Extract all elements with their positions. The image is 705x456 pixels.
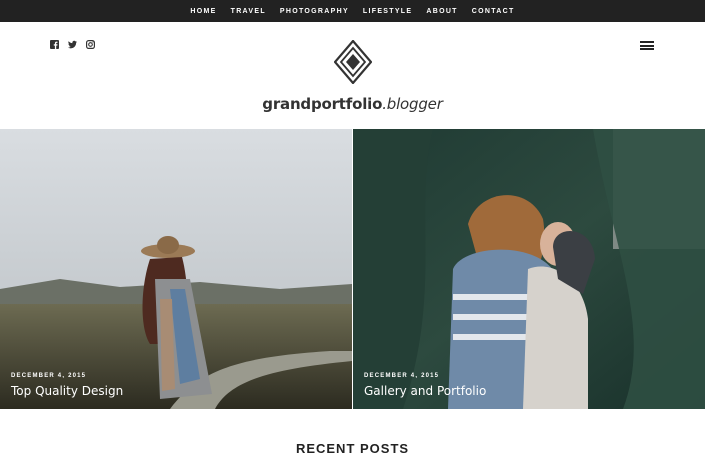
- nav-home[interactable]: HOME: [183, 8, 223, 15]
- featured-caption-1: DECEMBER 4, 2015 Top Quality Design: [11, 373, 123, 398]
- featured-caption-2: DECEMBER 4, 2015 Gallery and Portfolio: [364, 373, 486, 398]
- brand-main: grandportfolio: [262, 95, 383, 113]
- top-navigation: HOME TRAVEL PHOTOGRAPHY LIFESTYLE ABOUT …: [0, 0, 705, 22]
- nav-lifestyle[interactable]: LIFESTYLE: [356, 8, 419, 15]
- post-title[interactable]: Top Quality Design: [11, 384, 123, 398]
- nav-photography[interactable]: PHOTOGRAPHY: [273, 8, 356, 15]
- brand-italic: .blogger: [382, 95, 443, 113]
- featured-card-2[interactable]: DECEMBER 4, 2015 Gallery and Portfolio: [353, 129, 705, 409]
- twitter-icon[interactable]: [68, 40, 77, 49]
- social-links: [50, 40, 95, 49]
- logo-diamond-icon[interactable]: [333, 39, 373, 85]
- recent-posts-heading: RECENT POSTS: [295, 441, 410, 456]
- facebook-icon[interactable]: [50, 40, 59, 49]
- featured-card-1[interactable]: DECEMBER 4, 2015 Top Quality Design: [0, 129, 352, 409]
- nav-contact[interactable]: CONTACT: [465, 8, 522, 15]
- featured-image-1: [0, 129, 352, 409]
- post-title[interactable]: Gallery and Portfolio: [364, 384, 486, 398]
- hamburger-menu-icon[interactable]: [640, 41, 654, 50]
- post-date: DECEMBER 4, 2015: [364, 373, 440, 379]
- instagram-icon[interactable]: [86, 40, 95, 49]
- brand-name[interactable]: grandportfolio.blogger: [0, 95, 705, 113]
- post-date: DECEMBER 4, 2015: [11, 373, 87, 379]
- featured-image-2: [353, 129, 705, 409]
- site-header: grandportfolio.blogger: [0, 22, 705, 129]
- featured-posts: DECEMBER 4, 2015 Top Quality Design DECE…: [0, 129, 705, 409]
- nav-travel[interactable]: TRAVEL: [224, 8, 273, 15]
- nav-about[interactable]: ABOUT: [419, 8, 464, 15]
